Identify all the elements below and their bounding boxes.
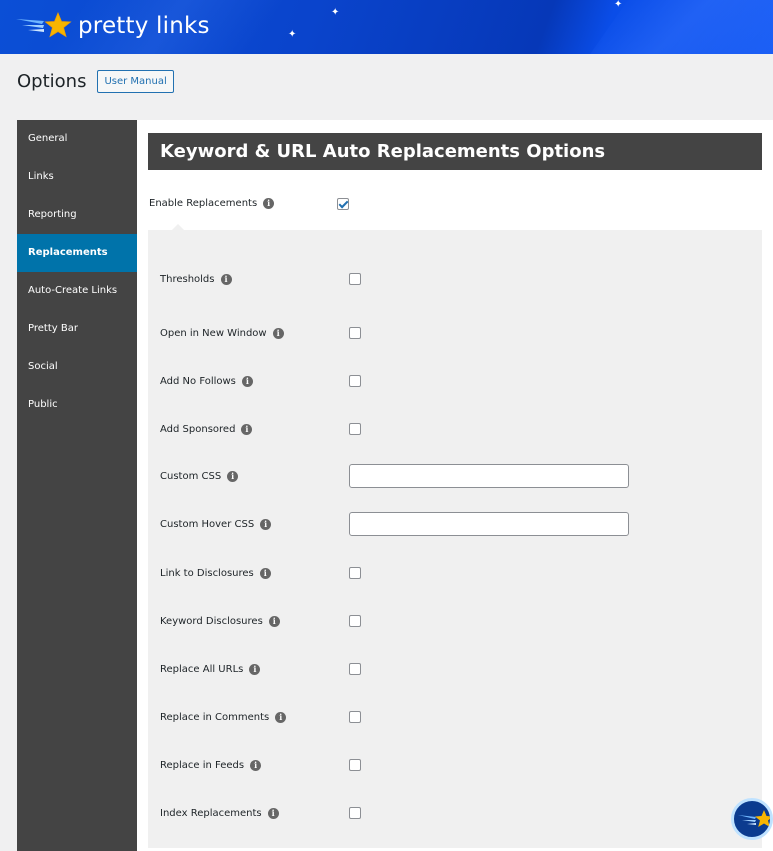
pretty-links-help-button[interactable] (731, 798, 773, 840)
option-row-add-no-follows: Add No Follows i (160, 369, 760, 393)
option-label: Add No Follows (160, 375, 236, 387)
replace-in-comments-checkbox[interactable] (349, 711, 361, 723)
sparkle-icon: ✦ (288, 29, 297, 40)
sparkle-icon: ✦ (331, 7, 340, 18)
option-label: Custom CSS (160, 470, 222, 482)
brand-banner: ✦ ✦ ✦ pretty links (0, 0, 773, 54)
page-header: Options User Manual (17, 70, 174, 93)
options-sidebar: General Links Reporting Replacements Aut… (17, 120, 137, 851)
option-label: Link to Disclosures (160, 567, 254, 579)
page-title: Options (17, 71, 87, 92)
info-icon[interactable]: i (260, 518, 272, 530)
add-sponsored-checkbox[interactable] (349, 423, 361, 435)
option-label: Custom Hover CSS (160, 518, 255, 530)
option-row-replace-in-feeds: Replace in Feeds i (160, 753, 760, 777)
info-icon[interactable]: i (267, 807, 279, 819)
option-label: Index Replacements (160, 807, 262, 819)
custom-css-input[interactable] (349, 464, 629, 488)
banner-decoration (557, 0, 773, 54)
brand-name: pretty links (78, 13, 210, 39)
option-row-custom-hover-css: Custom Hover CSS i (160, 512, 760, 536)
option-label: Thresholds (160, 273, 215, 285)
index-replacements-checkbox[interactable] (349, 807, 361, 819)
brand-logo[interactable]: pretty links (14, 8, 210, 44)
option-row-link-to-disclosures: Link to Disclosures i (160, 561, 760, 585)
sidebar-item-public[interactable]: Public (17, 386, 137, 424)
option-label: Keyword Disclosures (160, 615, 263, 627)
sidebar-item-replacements[interactable]: Replacements (17, 234, 137, 272)
option-label: Replace in Comments (160, 711, 270, 723)
info-icon[interactable]: i (272, 327, 284, 339)
open-in-new-window-checkbox[interactable] (349, 327, 361, 339)
option-label: Add Sponsored (160, 423, 236, 435)
option-row-add-sponsored: Add Sponsored i (160, 417, 760, 441)
info-icon[interactable]: i (259, 567, 271, 579)
replace-all-urls-checkbox[interactable] (349, 663, 361, 675)
info-icon[interactable]: i (275, 711, 287, 723)
shooting-star-icon (738, 810, 770, 827)
info-icon[interactable]: i (250, 759, 262, 771)
sidebar-item-social[interactable]: Social (17, 348, 137, 386)
user-manual-button[interactable]: User Manual (97, 70, 174, 93)
info-icon[interactable]: i (263, 198, 275, 209)
option-row-replace-all-urls: Replace All URLs i (160, 657, 760, 681)
option-row-index-replacements: Index Replacements i (160, 801, 760, 825)
replace-in-feeds-checkbox[interactable] (349, 759, 361, 771)
sidebar-item-general[interactable]: General (17, 120, 137, 158)
replacement-options-panel: Thresholds i Open in New Window i Add No F… (148, 224, 762, 848)
panel-pointer (172, 224, 184, 230)
info-icon[interactable]: i (241, 423, 253, 435)
sidebar-item-auto-create-links[interactable]: Auto-Create Links (17, 272, 137, 310)
info-icon[interactable]: i (241, 375, 253, 387)
replacements-content: Keyword & URL Auto Replacements Options … (137, 120, 773, 851)
enable-replacements-label: Enable Replacements (149, 198, 258, 209)
enable-replacements-row: Enable Replacements i (149, 198, 449, 210)
add-no-follows-checkbox[interactable] (349, 375, 361, 387)
option-label: Replace in Feeds (160, 759, 245, 771)
option-row-keyword-disclosures: Keyword Disclosures i (160, 609, 760, 633)
info-icon[interactable]: i (227, 470, 239, 482)
sparkle-icon: ✦ (614, 0, 623, 10)
link-to-disclosures-checkbox[interactable] (349, 567, 361, 579)
info-icon[interactable]: i (220, 273, 232, 285)
enable-replacements-checkbox[interactable] (337, 198, 349, 210)
sidebar-item-pretty-bar[interactable]: Pretty Bar (17, 310, 137, 348)
custom-hover-css-input[interactable] (349, 512, 629, 536)
sidebar-item-reporting[interactable]: Reporting (17, 196, 137, 234)
info-icon[interactable]: i (268, 615, 280, 627)
keyword-disclosures-checkbox[interactable] (349, 615, 361, 627)
option-row-open-in-new-window: Open in New Window i (160, 321, 760, 345)
section-title: Keyword & URL Auto Replacements Options (148, 133, 762, 170)
shooting-star-icon (16, 11, 72, 38)
info-icon[interactable]: i (249, 663, 261, 675)
option-row-thresholds: Thresholds i (160, 267, 760, 291)
option-row-replace-in-comments: Replace in Comments i (160, 705, 760, 729)
thresholds-checkbox[interactable] (349, 273, 361, 285)
option-row-custom-css: Custom CSS i (160, 464, 760, 488)
sidebar-item-links[interactable]: Links (17, 158, 137, 196)
option-label: Replace All URLs (160, 663, 244, 675)
option-label: Open in New Window (160, 327, 267, 339)
